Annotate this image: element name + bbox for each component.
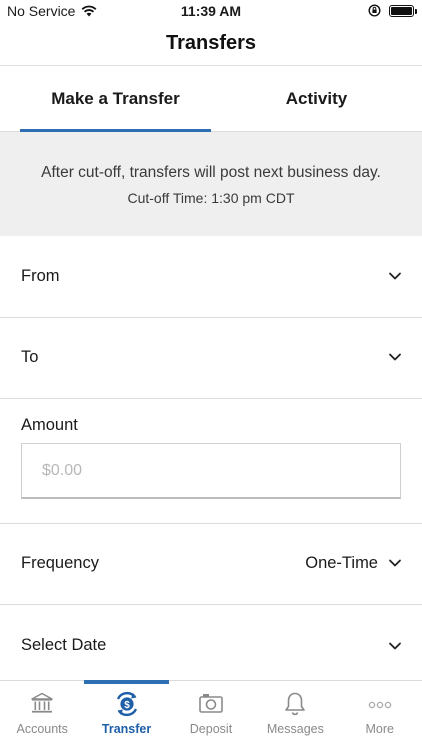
battery-icon: [389, 4, 417, 17]
nav-label: Accounts: [16, 722, 68, 736]
select-date-label: Select Date: [21, 636, 107, 654]
select-date-row[interactable]: Select Date: [0, 605, 422, 680]
nav-label: Messages: [266, 722, 324, 736]
status-bar: No Service 11:39 AM: [0, 0, 422, 24]
nav-label: Transfer: [101, 722, 152, 736]
tab-make-transfer[interactable]: Make a Transfer: [20, 66, 211, 133]
chevron-down-icon: [389, 272, 401, 280]
nav-messages[interactable]: Messages: [253, 681, 337, 750]
from-row[interactable]: From: [0, 236, 422, 318]
from-label: From: [21, 267, 60, 285]
nav-deposit[interactable]: Deposit: [169, 681, 253, 750]
status-time: 11:39 AM: [180, 3, 242, 19]
amount-input[interactable]: $0.00: [21, 443, 401, 499]
chevron-down-icon: [389, 559, 401, 567]
nav-label: More: [365, 722, 394, 736]
bell-icon: [285, 692, 306, 716]
to-row[interactable]: To: [0, 318, 422, 399]
header: Transfers: [0, 24, 422, 66]
cutoff-time-text: Cut-off Time: 1:30 pm CDT: [127, 190, 295, 206]
tab-activity[interactable]: Activity: [211, 66, 422, 132]
bottom-nav: Accounts $ Transfer Deposit Messages Mor…: [0, 680, 422, 750]
nav-label: Deposit: [189, 722, 233, 736]
chevron-down-icon: [389, 642, 401, 650]
amount-row: Amount $0.00: [0, 399, 422, 524]
transfer-dollar-icon: $: [116, 692, 137, 716]
orientation-lock-icon: [368, 4, 381, 17]
nav-accounts[interactable]: Accounts: [0, 681, 84, 750]
nav-more[interactable]: More: [338, 681, 422, 750]
bank-icon: [31, 692, 53, 713]
page-title: Transfers: [165, 32, 257, 54]
status-right: [368, 4, 417, 17]
nav-transfer[interactable]: $ Transfer: [84, 680, 170, 750]
camera-icon: [199, 694, 223, 713]
amount-label: Amount: [21, 416, 78, 434]
frequency-row[interactable]: Frequency One-Time: [0, 524, 422, 605]
frequency-label: Frequency: [21, 554, 99, 572]
more-dots-icon: [368, 701, 391, 709]
notice-text: After cut-off, transfers will post next …: [41, 164, 381, 181]
tab-bar: Make a Transfer Activity: [0, 66, 422, 133]
frequency-value: One-Time: [305, 554, 378, 572]
chevron-down-icon: [389, 353, 401, 361]
to-label: To: [21, 348, 39, 366]
svg-text:$: $: [124, 700, 130, 711]
cutoff-notice: After cut-off, transfers will post next …: [0, 132, 422, 236]
